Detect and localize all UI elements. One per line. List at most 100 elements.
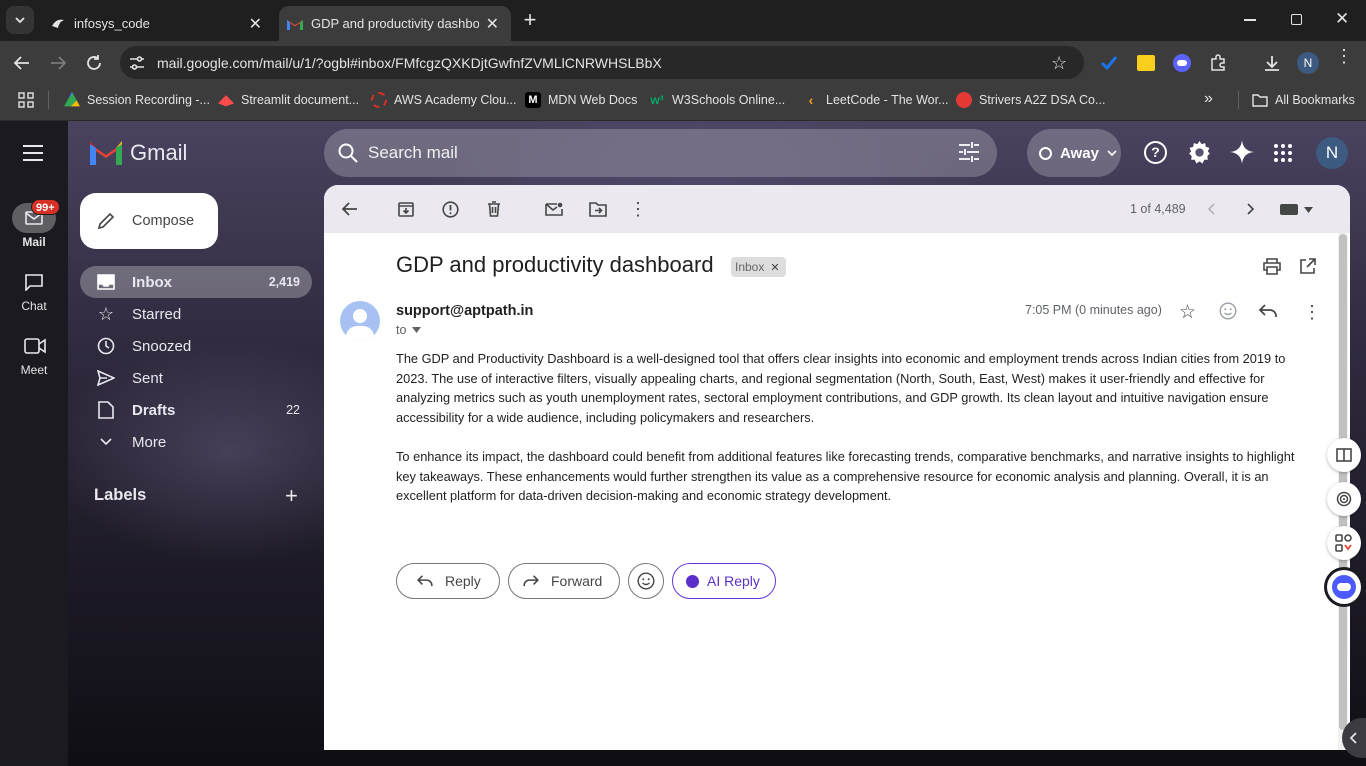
bookmark-item[interactable]: w³ W3Schools Online...: [649, 85, 785, 115]
download-icon[interactable]: [1263, 54, 1281, 72]
profile-avatar[interactable]: N: [1297, 52, 1319, 74]
report-spam-icon[interactable]: [438, 197, 462, 221]
site-info-icon[interactable]: [128, 54, 146, 72]
new-tab-button[interactable]: +: [520, 9, 540, 31]
bookmark-label: AWS Academy Clou...: [394, 93, 517, 107]
input-tools-keyboard-icon[interactable]: [1280, 204, 1313, 215]
more-bookmarks-icon[interactable]: »: [1204, 90, 1213, 108]
extension-robot-icon[interactable]: [1173, 54, 1191, 72]
side-panel-robot-icon[interactable]: [1327, 570, 1361, 604]
ai-robot-icon: [686, 574, 699, 588]
search-options-icon[interactable]: [958, 142, 980, 162]
url-text[interactable]: mail.google.com/mail/u/1/?ogbl#inbox/FMf…: [157, 55, 662, 71]
archive-icon[interactable]: [394, 197, 418, 221]
settings-gear-icon[interactable]: [1187, 140, 1212, 165]
reply-icon[interactable]: [1259, 304, 1277, 318]
chevron-down-icon: [96, 432, 116, 452]
all-bookmarks-folder[interactable]: All Bookmarks: [1252, 85, 1355, 115]
account-avatar[interactable]: N: [1316, 137, 1348, 169]
apps-grid-icon[interactable]: [18, 92, 34, 108]
mdn-icon: M: [525, 92, 541, 108]
more-options-icon[interactable]: ⋮: [626, 197, 650, 221]
bookmark-label: W3Schools Online...: [672, 93, 786, 107]
newer-chevron-icon[interactable]: [1207, 203, 1215, 215]
restore-icon[interactable]: [1291, 14, 1302, 25]
back-arrow-icon[interactable]: [13, 54, 31, 72]
gemini-sparkle-icon[interactable]: [1230, 140, 1254, 164]
side-panel-apps-icon[interactable]: [1327, 526, 1361, 560]
bookmark-star-icon[interactable]: ☆: [1051, 53, 1067, 74]
back-to-inbox-icon[interactable]: [338, 197, 362, 221]
close-tab-icon[interactable]: ✕: [249, 14, 262, 34]
google-apps-icon[interactable]: [1274, 144, 1292, 162]
bookmark-item[interactable]: Streamlit document...: [218, 85, 359, 115]
remove-label-icon[interactable]: ✕: [770, 261, 779, 274]
older-chevron-icon[interactable]: [1247, 203, 1255, 215]
bookmark-item[interactable]: Strivers A2Z DSA Co...: [956, 85, 1105, 115]
browser-tab-active[interactable]: GDP and productivity dashboard ✕: [279, 6, 511, 41]
main-menu-icon[interactable]: [22, 144, 44, 162]
sender-avatar[interactable]: [340, 301, 380, 341]
extension-check-icon[interactable]: [1100, 54, 1118, 72]
close-tab-icon[interactable]: ✕: [486, 14, 499, 34]
help-icon[interactable]: ?: [1144, 141, 1167, 164]
gmail-logo[interactable]: Gmail: [90, 140, 187, 166]
status-label: Away: [1060, 144, 1099, 162]
delete-trash-icon[interactable]: [482, 197, 506, 221]
search-icon[interactable]: [337, 142, 359, 164]
minimize-icon[interactable]: [1244, 19, 1256, 21]
compose-button[interactable]: Compose: [80, 193, 218, 249]
print-icon[interactable]: [1263, 258, 1281, 275]
extension-yellow-icon[interactable]: [1137, 55, 1155, 71]
move-to-icon[interactable]: [586, 197, 610, 221]
add-label-icon[interactable]: +: [285, 483, 298, 509]
emoji-reaction-button[interactable]: [628, 563, 664, 599]
emoji-react-icon[interactable]: [1219, 302, 1237, 320]
nav-snoozed[interactable]: Snoozed: [80, 330, 312, 362]
open-new-window-icon[interactable]: [1299, 258, 1316, 275]
bookmark-item[interactable]: AWS Academy Clou...: [371, 85, 517, 115]
nav-inbox[interactable]: Inbox 2,419: [80, 266, 312, 298]
status-circle-icon: [1039, 146, 1052, 160]
reply-label: Reply: [445, 573, 481, 589]
reply-icon: [417, 575, 433, 587]
rail-meet-button[interactable]: [24, 338, 46, 354]
chevron-left-icon: [1349, 732, 1357, 744]
recipients-toggle[interactable]: to: [396, 323, 422, 337]
close-window-icon[interactable]: ✕: [1335, 9, 1349, 29]
status-away-button[interactable]: Away: [1027, 129, 1121, 177]
nav-count: 22: [286, 403, 300, 417]
side-panel-fingerprint-icon[interactable]: [1327, 482, 1361, 516]
inbox-label-chip[interactable]: Inbox ✕: [731, 257, 786, 277]
extensions-puzzle-icon[interactable]: [1209, 54, 1227, 72]
labels-heading: Labels: [94, 486, 147, 504]
browser-menu-icon[interactable]: ⋮: [1335, 47, 1353, 65]
reload-icon[interactable]: [85, 54, 103, 72]
sender-email[interactable]: support@aptpath.in: [396, 303, 533, 319]
forward-arrow-icon[interactable]: [49, 54, 67, 72]
bookmark-item[interactable]: M MDN Web Docs: [525, 85, 637, 115]
tab-search-button[interactable]: [6, 6, 34, 34]
nav-label: Snoozed: [132, 337, 192, 355]
nav-label: Drafts: [132, 401, 176, 419]
ai-reply-button[interactable]: AI Reply: [672, 563, 776, 599]
star-email-icon[interactable]: ☆: [1179, 301, 1196, 324]
email-body-paragraph: To enhance its impact, the dashboard cou…: [396, 449, 1295, 504]
search-input[interactable]: Search mail: [368, 143, 458, 163]
nav-drafts[interactable]: Drafts 22: [80, 394, 312, 426]
browser-tab[interactable]: infosys_code ✕: [44, 6, 272, 41]
forward-button[interactable]: Forward: [508, 563, 620, 599]
rail-chat-button[interactable]: [24, 273, 44, 291]
mark-unread-icon[interactable]: [542, 197, 566, 221]
nav-more[interactable]: More: [80, 426, 312, 458]
message-more-icon[interactable]: ⋮: [1303, 302, 1321, 323]
nav-sent[interactable]: Sent: [80, 362, 312, 394]
bookmark-label: Streamlit document...: [241, 93, 360, 107]
tab-favicon-icon: [50, 16, 66, 32]
side-panel-book-icon[interactable]: [1327, 438, 1361, 472]
bookmark-divider: [48, 91, 49, 109]
nav-starred[interactable]: ☆ Starred: [80, 298, 312, 330]
bookmark-item[interactable]: ‹ LeetCode - The Wor...: [803, 85, 949, 115]
reply-button[interactable]: Reply: [396, 563, 500, 599]
bookmark-item[interactable]: Session Recording -...: [64, 85, 210, 115]
